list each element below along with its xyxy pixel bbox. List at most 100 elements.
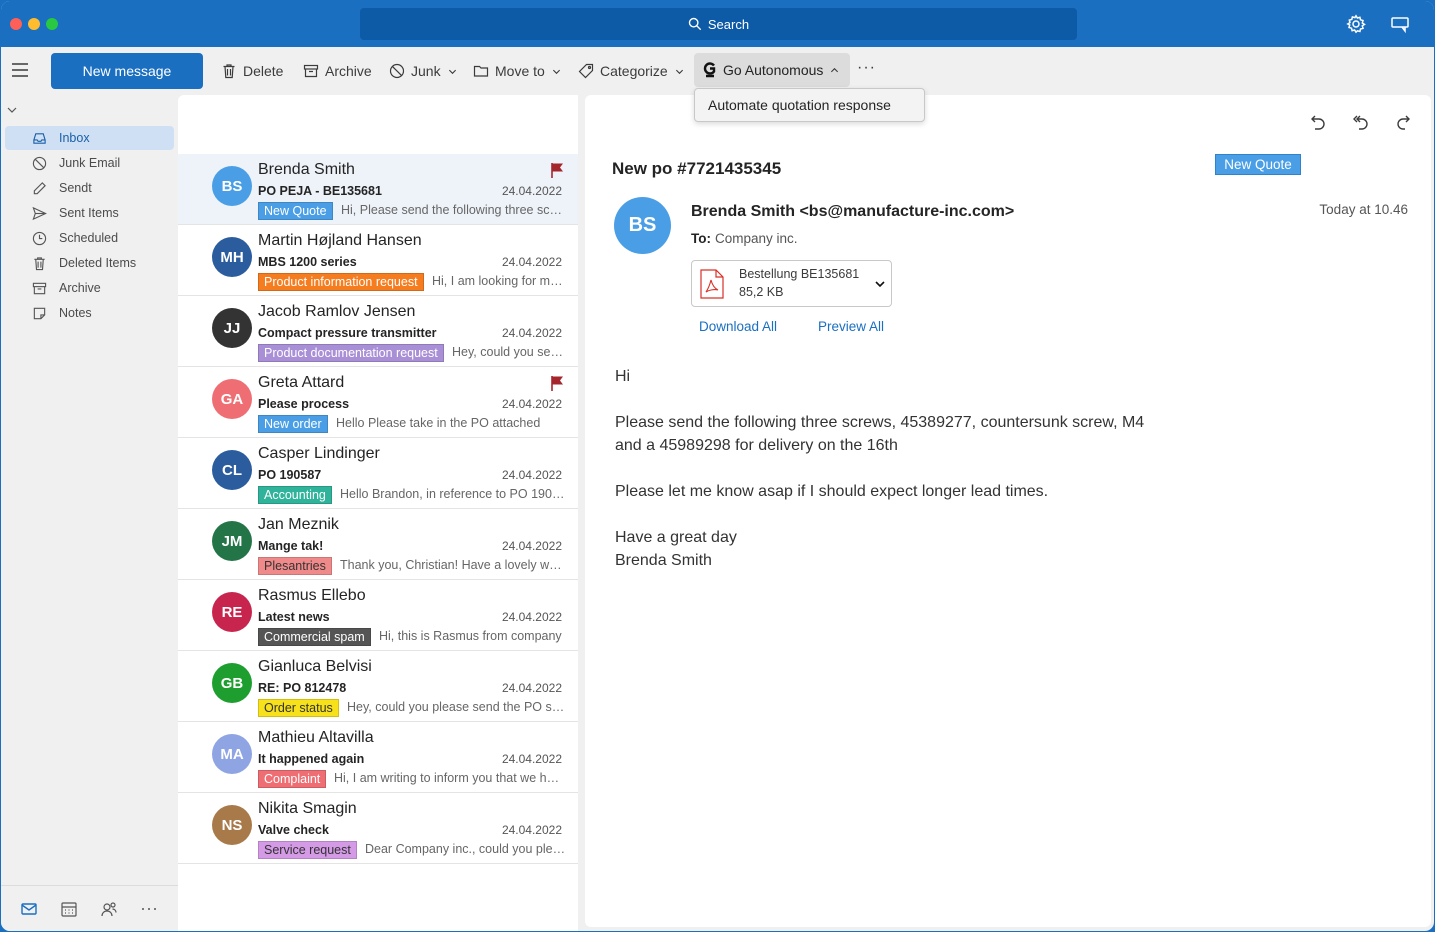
reply-all-icon[interactable] [1351, 113, 1369, 131]
reply-icon[interactable] [1309, 113, 1327, 131]
message-preview: Hi, this is Rasmus from company [379, 629, 562, 643]
search-label: Search [707, 16, 750, 32]
search-bar[interactable]: Search [360, 8, 1077, 40]
more-apps-icon[interactable] [140, 900, 158, 918]
minimize-window-button[interactable] [28, 18, 40, 30]
category-tag: Accounting [258, 486, 332, 504]
message-preview: Hello Please take in the PO attached [336, 416, 541, 430]
body-paragraph: Hi [615, 368, 631, 385]
flag-icon[interactable] [550, 162, 564, 178]
sender-name: Gianluca Belvisi [258, 658, 372, 675]
message-row[interactable]: CL Casper Lindinger PO 190587 24.04.2022 Acc… [178, 438, 578, 509]
archive-icon [32, 282, 47, 294]
avatar: CL [212, 450, 252, 490]
delete-label: Delete [243, 63, 284, 79]
received-time: Today at 10.46 [1319, 202, 1408, 217]
delete-button[interactable]: Delete [221, 59, 283, 83]
pdf-file-icon [700, 269, 724, 299]
mail-icon[interactable] [20, 900, 38, 918]
preview-all-link[interactable]: Preview All [818, 319, 884, 334]
hamburger-menu-icon[interactable] [12, 63, 28, 77]
message-date: 24.04.2022 [501, 823, 562, 837]
avatar: NS [212, 805, 252, 845]
message-row[interactable]: JM Jan Meznik Mange tak! 24.04.2022 Plesantr… [178, 509, 578, 580]
feedback-icon[interactable] [1390, 14, 1410, 34]
recipient-line: To: Company inc. [691, 231, 798, 246]
message-row[interactable]: GA Greta Attard Please process 24.04.2022 Ne… [178, 367, 578, 438]
nav-item-notes[interactable]: Notes [5, 301, 174, 325]
nav-item-inbox[interactable]: Inbox [5, 126, 174, 150]
message-date: 24.04.2022 [501, 326, 562, 340]
nav-item-deleted-items[interactable]: Deleted Items [5, 251, 174, 275]
chevron-down-icon[interactable] [875, 280, 885, 288]
sender-name: Jan Meznik [258, 516, 339, 533]
automate-quotation-menu-item[interactable]: Automate quotation response [694, 88, 925, 122]
nav-item-archive[interactable]: Archive [5, 276, 174, 300]
email-subject: New po #7721435345 [612, 159, 782, 178]
avatar: RE [212, 592, 252, 632]
download-all-link[interactable]: Download All [699, 319, 777, 334]
message-preview: Hey, could you send me the datasheet [452, 345, 566, 359]
close-window-button[interactable] [10, 18, 22, 30]
clock-icon [32, 231, 47, 245]
more-options-icon[interactable]: ··· [857, 59, 876, 77]
message-preview: Hi, Please send the following three scre… [341, 203, 566, 217]
message-preview: Hello Brandon, in reference to PO 190587 [340, 487, 566, 501]
message-subject: Latest news [258, 610, 330, 624]
new-quote-badge[interactable]: New Quote [1215, 154, 1301, 175]
people-icon[interactable] [100, 900, 118, 918]
message-list: BS Brenda Smith PO PEJA - BE135681 24.04.20… [178, 95, 578, 931]
message-row[interactable]: MA Mathieu Altavilla It happened again 24.0… [178, 722, 578, 793]
sender-name: Mathieu Altavilla [258, 729, 374, 746]
nav-item-junk-email[interactable]: Junk Email [5, 151, 174, 175]
trash-icon [34, 256, 45, 270]
category-tag: Order status [258, 699, 339, 717]
note-icon [33, 307, 46, 319]
message-subject: PO PEJA - BE135681 [258, 184, 382, 198]
calendar-icon[interactable] [60, 900, 78, 918]
message-row[interactable]: NS Nikita Smagin Valve check 24.04.2022 Serv… [178, 793, 578, 864]
archive-button[interactable]: Archive [303, 59, 372, 83]
nav-label: Notes [59, 306, 92, 320]
message-row[interactable]: RE Rasmus Ellebo Latest news 24.04.2022 Comm… [178, 580, 578, 651]
sender-name: Martin Højland Hansen [258, 232, 422, 249]
message-subject: MBS 1200 series [258, 255, 357, 269]
message-date: 24.04.2022 [501, 681, 562, 695]
sender-name: Rasmus Ellebo [258, 587, 366, 604]
message-date: 24.04.2022 [501, 539, 562, 553]
body-paragraph: Please let me know asap if I should expe… [615, 483, 1049, 500]
nav-label: Scheduled [59, 231, 119, 245]
new-message-button[interactable]: New message [51, 53, 203, 89]
attachment-card[interactable]: Bestellung BE135681 85,2 KB [691, 260, 892, 307]
message-row[interactable]: BS Brenda Smith PO PEJA - BE135681 24.04.20… [178, 154, 578, 225]
message-row[interactable]: JJ Jacob Ramlov Jensen Compact pressure tr… [178, 296, 578, 367]
nav-item-sent-items[interactable]: Sent Items [5, 201, 174, 225]
forward-icon[interactable] [1394, 113, 1412, 131]
message-row[interactable]: GB Gianluca Belvisi RE: PO 812478 24.04.202… [178, 651, 578, 722]
message-row[interactable]: MH Martin Højland Hansen MBS 1200 series 24… [178, 225, 578, 296]
categorize-button[interactable]: Categorize [578, 59, 684, 83]
flag-icon[interactable] [550, 375, 564, 391]
gear-icon[interactable] [1346, 14, 1366, 34]
nav-item-sendt[interactable]: Sendt [5, 176, 174, 200]
nav-label: Junk Email [59, 156, 121, 170]
category-tag: New order [258, 415, 328, 433]
tag-icon [578, 63, 594, 79]
nav-label: Archive [59, 281, 101, 295]
message-date: 24.04.2022 [501, 752, 562, 766]
junk-button[interactable]: Junk [389, 59, 457, 83]
nav-item-scheduled[interactable]: Scheduled [5, 226, 174, 250]
go-autonomous-logo-icon [703, 62, 716, 78]
go-autonomous-button[interactable]: Go Autonomous [694, 53, 850, 87]
avatar: MA [212, 734, 252, 774]
pencil-icon [33, 181, 46, 194]
chevron-down-icon[interactable] [7, 105, 17, 115]
message-preview: Hi, I am writing to inform you that we h… [334, 771, 566, 785]
message-subject: PO 190587 [258, 468, 322, 482]
avatar: BS [212, 166, 252, 206]
category-tag: Service request [258, 841, 357, 859]
maximize-window-button[interactable] [46, 18, 58, 30]
nav-label: Sendt [59, 181, 92, 195]
move-to-button[interactable]: Move to [473, 59, 561, 83]
body-paragraph: Have a great day Brenda Smith [615, 529, 737, 569]
